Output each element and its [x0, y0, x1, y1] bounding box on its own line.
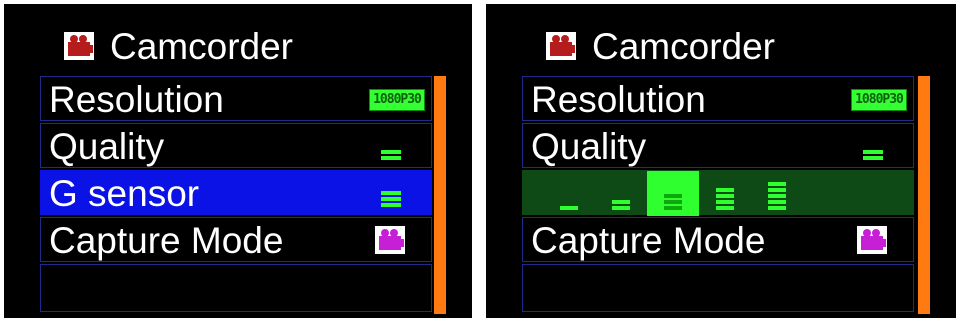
- camcorder-icon: [375, 226, 405, 254]
- menu-title: Camcorder: [110, 25, 293, 67]
- menu-row-label: Resolution: [531, 79, 706, 120]
- resolution-badge: 1080P30: [369, 89, 425, 111]
- camcorder-icon: [64, 32, 94, 60]
- menu-row-label: Capture Mode: [531, 220, 766, 261]
- menu-title: Camcorder: [592, 25, 775, 67]
- menu-title-bar: Camcorder: [64, 24, 293, 68]
- settings-menu: Resolution 1080P30 Quality G sensor Capt…: [40, 76, 432, 314]
- camcorder-menu-screen-left: Camcorder Resolution 1080P30 Quality G s…: [4, 4, 472, 318]
- sensor-level-option-4[interactable]: [699, 171, 751, 216]
- camcorder-icon: [546, 32, 576, 60]
- quality-bars-icon: [863, 150, 883, 160]
- menu-row-capture-mode[interactable]: Capture Mode: [40, 217, 432, 262]
- menu-row-capture-mode[interactable]: Capture Mode: [522, 217, 914, 262]
- menu-row-label: Capture Mode: [49, 220, 284, 261]
- level-5-bars-icon: [768, 182, 786, 210]
- resolution-badge: 1080P30: [851, 89, 907, 111]
- sensor-level-option-1[interactable]: [543, 171, 595, 216]
- sensor-level-option-5[interactable]: [751, 171, 803, 216]
- menu-row-quality[interactable]: Quality: [522, 123, 914, 168]
- menu-row-resolution[interactable]: Resolution 1080P30: [522, 76, 914, 121]
- menu-row-empty: [40, 264, 432, 312]
- menu-row-g-sensor[interactable]: G sensor: [40, 170, 432, 215]
- level-1-bars-icon: [560, 206, 578, 210]
- menu-row-label: Quality: [49, 126, 165, 167]
- level-4-bars-icon: [716, 188, 734, 210]
- menu-row-empty: [522, 264, 914, 312]
- level-2-bars-icon: [612, 200, 630, 210]
- g-sensor-level-selector[interactable]: [522, 170, 914, 216]
- menu-row-label: Quality: [531, 126, 647, 167]
- camcorder-menu-screen-right: Camcorder Resolution 1080P30 Quality Cap…: [486, 4, 956, 318]
- menu-row-quality[interactable]: Quality: [40, 123, 432, 168]
- sensor-level-option-3[interactable]: [647, 171, 699, 216]
- scrollbar[interactable]: [434, 76, 446, 314]
- scrollbar[interactable]: [918, 76, 930, 314]
- quality-bars-icon: [381, 150, 401, 160]
- menu-row-resolution[interactable]: Resolution 1080P30: [40, 76, 432, 121]
- level-3-bars-icon: [664, 194, 682, 210]
- menu-row-label: Resolution: [49, 79, 224, 120]
- menu-title-bar: Camcorder: [546, 24, 775, 68]
- sensor-bars-icon: [381, 191, 401, 207]
- camcorder-icon: [857, 226, 887, 254]
- menu-row-label: G sensor: [49, 173, 200, 214]
- sensor-level-option-2[interactable]: [595, 171, 647, 216]
- settings-menu: Resolution 1080P30 Quality Capture Mode: [522, 76, 914, 314]
